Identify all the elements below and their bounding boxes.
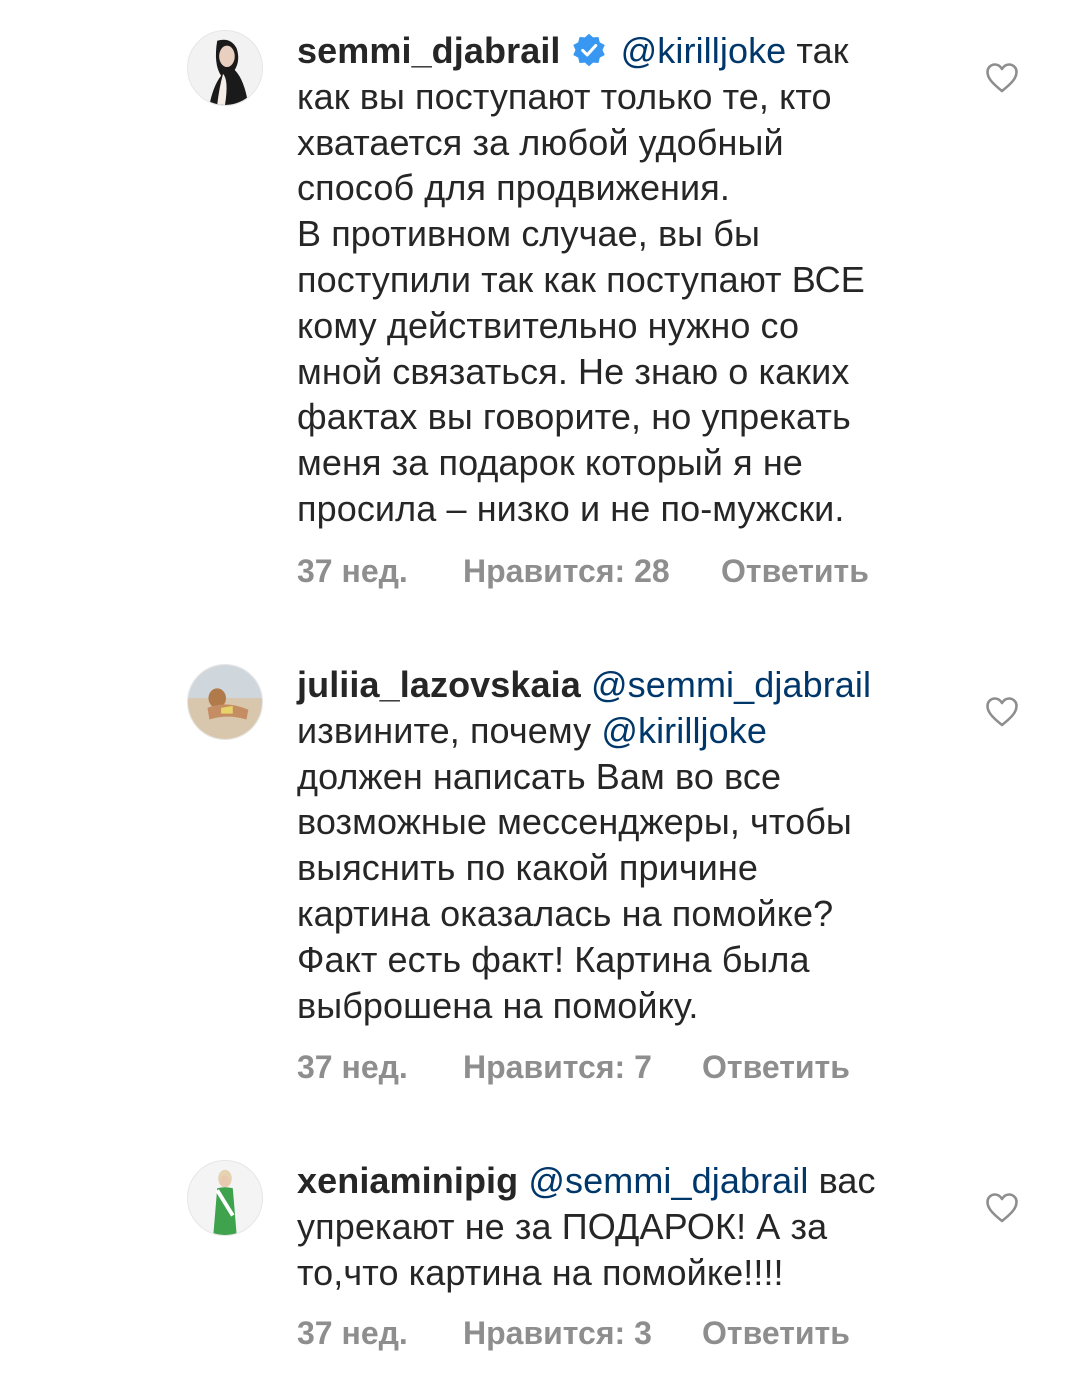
comment-line: меня за подарок который я не xyxy=(297,442,803,484)
likes-count[interactable]: Нравится: 3 xyxy=(463,1313,652,1353)
comment-line: возможные мессенджеры, чтобы xyxy=(297,801,852,843)
comment-line: мной связаться. Не знаю о каких xyxy=(297,350,850,392)
comment-line: выяснить по какой причине xyxy=(297,847,758,889)
avatar[interactable] xyxy=(187,664,263,740)
likes-count[interactable]: Нравится: 28 xyxy=(463,551,670,591)
comment-line: фактах вы говорите, но упрекать xyxy=(297,396,851,438)
avatar-image xyxy=(188,665,262,739)
like-heart-icon[interactable] xyxy=(985,696,1019,728)
reply-button[interactable]: Ответить xyxy=(702,1313,850,1353)
comment-time: 37 нед. xyxy=(297,1315,408,1351)
comment-line: способ для продвижения. xyxy=(297,167,730,209)
mention-link[interactable]: @kirilljoke xyxy=(621,30,787,71)
reply-button[interactable]: Ответить xyxy=(721,551,869,591)
comment-time: 37 нед. xyxy=(297,1049,408,1085)
avatar-image xyxy=(188,31,262,105)
mention-link[interactable]: @semmi_djabrail xyxy=(591,664,871,705)
comment-text: juliia_lazovskaia @semmi_djabrail извини… xyxy=(297,662,957,1028)
comment-line: упрекают не за ПОДАРОК! А за xyxy=(297,1205,828,1247)
reply-button[interactable]: Ответить xyxy=(702,1047,850,1087)
comment-line: картина оказалась на помойке? xyxy=(297,892,834,934)
comment-line: выброшена на помойку. xyxy=(297,984,699,1026)
mention-link[interactable]: @semmi_djabrail xyxy=(528,1160,808,1201)
comment-text: semmi_djabrail @kirilljoke так как вы по… xyxy=(297,28,957,532)
comment-line: поступили так как поступают ВСЕ xyxy=(297,258,865,300)
comment-line: хватается за любой удобный xyxy=(297,121,784,163)
comment-line: как вы поступают только те, кто xyxy=(297,75,832,117)
avatar-image xyxy=(188,1161,262,1235)
mention-link[interactable]: @kirilljoke xyxy=(601,710,767,751)
comment-line: В противном случае, вы бы xyxy=(297,213,760,255)
username[interactable]: xeniaminipig xyxy=(297,1160,518,1201)
likes-count[interactable]: Нравится: 7 xyxy=(463,1047,652,1087)
comment-line: просила – низко и не по-мужски. xyxy=(297,487,845,529)
comment-text-segment: так xyxy=(796,30,849,71)
like-heart-icon[interactable] xyxy=(985,62,1019,94)
comment-time: 37 нед. xyxy=(297,553,408,589)
comment-text-segment: вас xyxy=(818,1160,876,1201)
avatar[interactable] xyxy=(187,30,263,106)
verified-badge-icon xyxy=(572,33,605,67)
like-heart-icon[interactable] xyxy=(985,1192,1019,1224)
comment-line: Факт есть факт! Картина была xyxy=(297,938,810,980)
comment-text-segment: извините, почему xyxy=(297,709,592,751)
comment-text: xeniaminipig @semmi_djabrail вас упрекаю… xyxy=(297,1158,957,1295)
comment-line: должен написать Вам во все xyxy=(297,755,782,797)
avatar[interactable] xyxy=(187,1160,263,1236)
username[interactable]: juliia_lazovskaia xyxy=(297,664,581,705)
comment-line: кому действительно нужно со xyxy=(297,304,800,346)
comment-line: то,что картина на помойке!!!! xyxy=(297,1251,784,1293)
username[interactable]: semmi_djabrail xyxy=(297,30,561,71)
